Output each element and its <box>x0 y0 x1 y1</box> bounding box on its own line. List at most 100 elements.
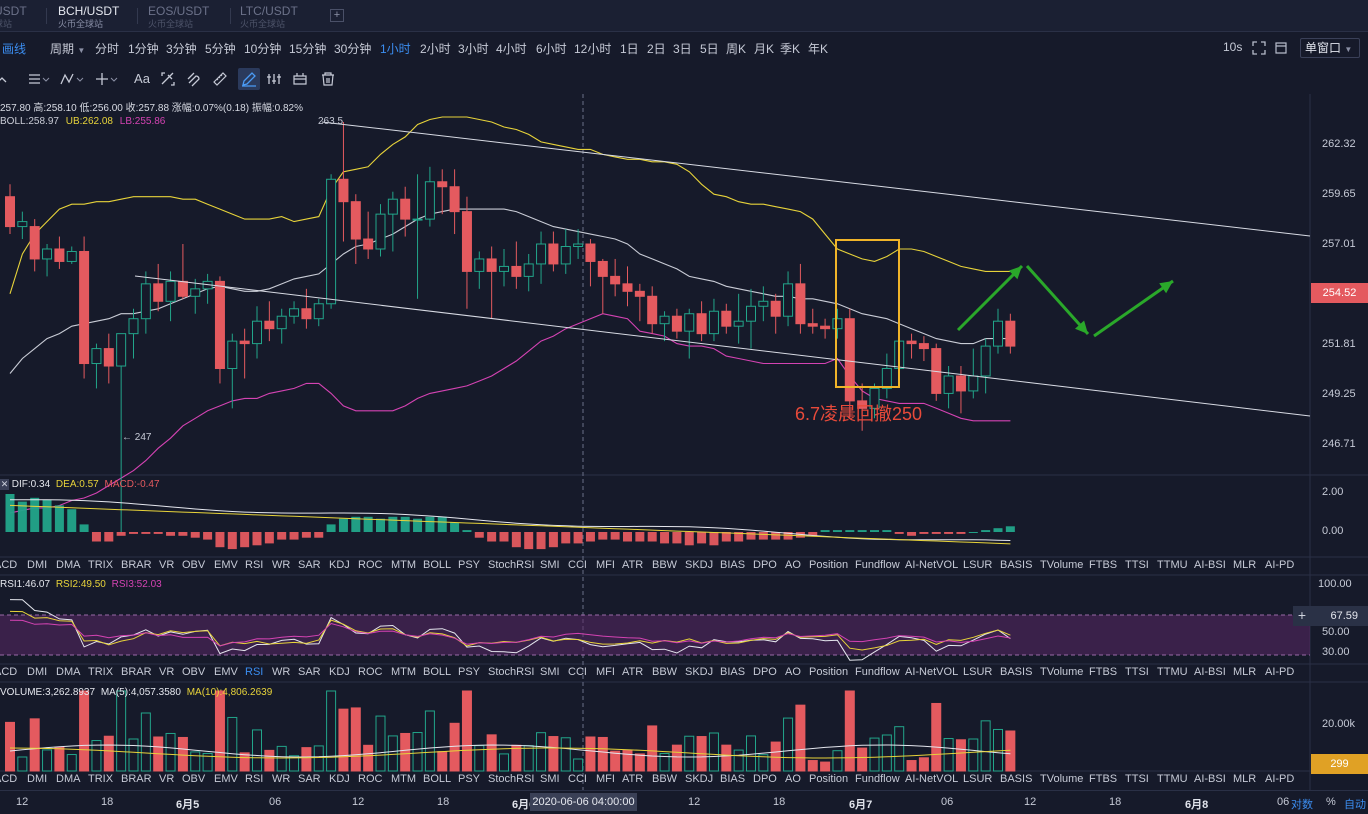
indicator-option[interactable]: OBV <box>182 666 205 678</box>
indicator-option[interactable]: PSY <box>458 559 480 571</box>
indicator-option[interactable]: AI-BSI <box>1194 559 1226 571</box>
period-option[interactable]: 月K <box>754 40 774 57</box>
period-option[interactable]: 4小时 <box>496 40 527 57</box>
indicator-option[interactable]: LSUR <box>963 559 992 571</box>
indicator-option[interactable]: ACD <box>0 559 17 571</box>
indicator-option[interactable]: KDJ <box>329 666 350 678</box>
indicator-option[interactable]: WR <box>272 773 290 785</box>
add-indicator-button[interactable]: + <box>1293 606 1311 626</box>
indicator-option[interactable]: TVolume <box>1040 666 1083 678</box>
period-option[interactable]: 1分钟 <box>128 40 159 57</box>
period-option[interactable]: 15分钟 <box>289 40 326 57</box>
period-option[interactable]: 5分钟 <box>205 40 236 57</box>
indicator-option[interactable]: TTSI <box>1125 559 1149 571</box>
indicator-option[interactable]: BASIS <box>1000 773 1032 785</box>
indicator-option[interactable]: Position <box>809 559 848 571</box>
indicator-option[interactable]: LSUR <box>963 666 992 678</box>
indicator-option[interactable]: DMA <box>56 666 80 678</box>
expand-icon[interactable] <box>1274 41 1288 55</box>
indicator-option[interactable]: SKDJ <box>685 666 713 678</box>
indicator-option[interactable]: AO <box>785 666 801 678</box>
indicator-option[interactable]: DMI <box>27 773 47 785</box>
indicator-option[interactable]: MLR <box>1233 773 1256 785</box>
indicator-option[interactable]: EMV <box>214 666 238 678</box>
indicator-option[interactable]: BRAR <box>121 666 152 678</box>
indicator-option[interactable]: MFI <box>596 773 615 785</box>
period-option[interactable]: 2小时 <box>420 40 451 57</box>
indicator-option[interactable]: AI-PD <box>1265 666 1294 678</box>
indicator-option[interactable]: SAR <box>298 773 321 785</box>
indicator-option[interactable]: RSI <box>245 559 263 571</box>
indicator-option[interactable]: Position <box>809 773 848 785</box>
indicator-option[interactable]: SMI <box>540 666 560 678</box>
indicator-option[interactable]: SAR <box>298 559 321 571</box>
indicator-option[interactable]: SKDJ <box>685 559 713 571</box>
indicator-option[interactable]: ATR <box>622 666 643 678</box>
draw-mode-toggle[interactable] <box>238 68 260 90</box>
indicator-option[interactable]: DPO <box>753 666 777 678</box>
indicator-option[interactable]: PSY <box>458 666 480 678</box>
indicator-option[interactable]: MLR <box>1233 666 1256 678</box>
indicator-option[interactable]: BIAS <box>720 773 745 785</box>
indicator-option[interactable]: Fundflow <box>855 666 900 678</box>
indicator-option[interactable]: EMV <box>214 559 238 571</box>
period-option[interactable]: 3分钟 <box>166 40 197 57</box>
indicator-option[interactable]: WR <box>272 666 290 678</box>
indicator-option[interactable]: TVolume <box>1040 559 1083 571</box>
indicator-option[interactable]: MLR <box>1233 559 1256 571</box>
crosshair-tool-icon[interactable] <box>96 72 120 94</box>
indicator-option[interactable]: TTSI <box>1125 666 1149 678</box>
indicator-option[interactable]: BOLL <box>423 666 451 678</box>
indicator-option[interactable]: EMV <box>214 773 238 785</box>
indicator-option[interactable]: BRAR <box>121 559 152 571</box>
period-option[interactable]: 6小时 <box>536 40 567 57</box>
percent-scale-toggle[interactable]: % <box>1326 796 1336 808</box>
period-option[interactable]: 年K <box>808 40 828 57</box>
indicator-option[interactable]: DPO <box>753 559 777 571</box>
period-label[interactable]: 周期 ▼ <box>50 40 85 57</box>
indicator-option[interactable]: BRAR <box>121 773 152 785</box>
horizontal-line-icon[interactable] <box>28 72 52 94</box>
indicator-option[interactable]: FTBS <box>1089 666 1117 678</box>
indicator-option[interactable]: MFI <box>596 666 615 678</box>
indicator-option[interactable]: SMI <box>540 559 560 571</box>
period-option[interactable]: 3日 <box>673 40 692 57</box>
indicator-option[interactable]: DMI <box>27 559 47 571</box>
indicator-option[interactable]: AI-BSI <box>1194 666 1226 678</box>
period-option[interactable]: 1日 <box>620 40 639 57</box>
ruler-icon[interactable] <box>212 71 228 93</box>
indicator-option[interactable]: AO <box>785 773 801 785</box>
log-scale-toggle[interactable]: 对数 <box>1291 796 1313 812</box>
indicator-option[interactable]: CCI <box>568 773 587 785</box>
indicator-option[interactable]: MTM <box>391 773 416 785</box>
indicator-option[interactable]: SKDJ <box>685 773 713 785</box>
draw-line-toggle[interactable]: 画线 <box>2 40 26 57</box>
indicator-option[interactable]: ACD <box>0 666 17 678</box>
indicator-option[interactable]: VR <box>159 666 174 678</box>
pair-tab[interactable]: EOS/USDT 火币全球站 <box>148 5 209 31</box>
indicator-option[interactable]: MFI <box>596 559 615 571</box>
indicator-option[interactable]: AO <box>785 559 801 571</box>
indicator-option[interactable]: KDJ <box>329 559 350 571</box>
indicator-option[interactable]: RSI <box>245 666 263 678</box>
indicator-option[interactable]: BASIS <box>1000 666 1032 678</box>
indicator-option[interactable]: SAR <box>298 666 321 678</box>
indicator-option[interactable]: DMA <box>56 773 80 785</box>
indicator-option[interactable]: AI-PD <box>1265 559 1294 571</box>
period-option[interactable]: 季K <box>780 40 800 57</box>
indicator-option[interactable]: ROC <box>358 773 382 785</box>
indicator-option[interactable]: ATR <box>622 773 643 785</box>
indicator-option[interactable]: StochRSI <box>488 666 534 678</box>
indicator-option[interactable]: SMI <box>540 773 560 785</box>
pair-tab[interactable]: USDT 球站 <box>0 5 27 31</box>
auto-scale-toggle[interactable]: 自动 <box>1344 796 1366 812</box>
period-option[interactable]: 12小时 <box>574 40 611 57</box>
refresh-interval[interactable]: 10s <box>1223 40 1242 54</box>
indicator-option[interactable]: TRIX <box>88 773 113 785</box>
indicator-option[interactable]: ATR <box>622 559 643 571</box>
add-tab-button[interactable]: + <box>330 9 344 22</box>
indicator-option[interactable]: StochRSI <box>488 559 534 571</box>
indicator-option[interactable]: TRIX <box>88 559 113 571</box>
indicator-option[interactable]: OBV <box>182 559 205 571</box>
text-tool-icon[interactable]: Aa <box>132 68 152 90</box>
